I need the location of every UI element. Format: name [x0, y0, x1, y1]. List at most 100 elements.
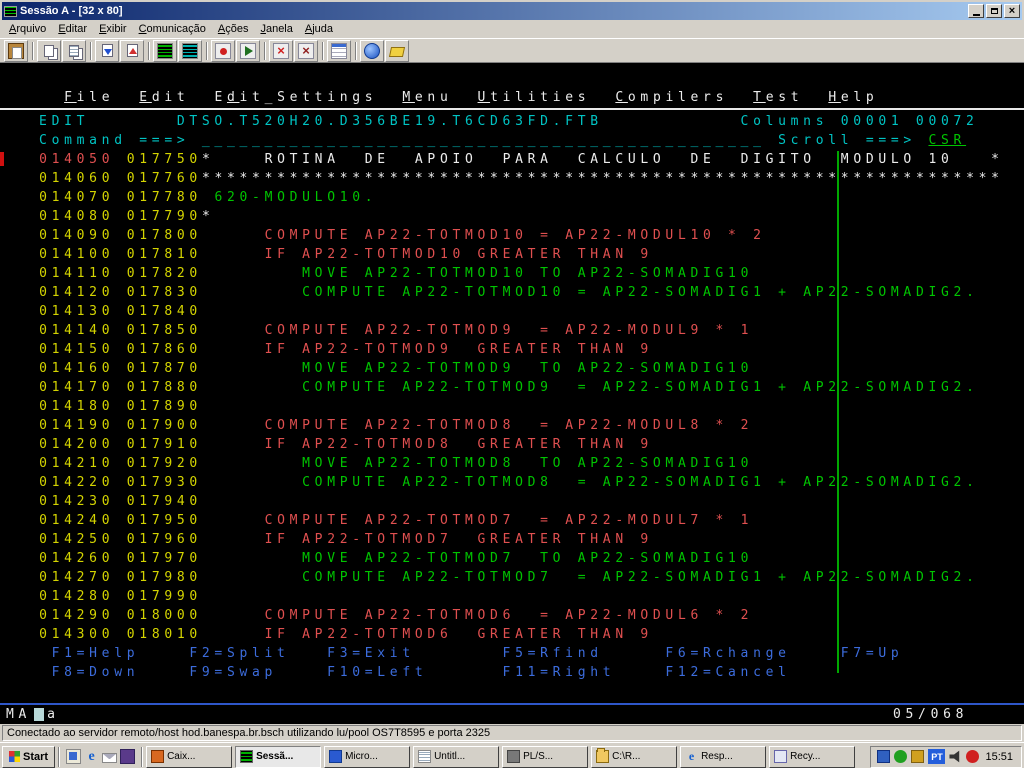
title-bar: Sessão A - [32 x 80] ×	[2, 2, 1022, 20]
paste-icon[interactable]	[4, 39, 28, 62]
terminal-segment: 017840	[126, 304, 202, 319]
stop-communication-icon-glyph	[273, 42, 289, 59]
terminal-segment	[114, 323, 127, 338]
terminal-line: Command ===> ___________________________…	[14, 131, 1024, 150]
terminal-segment	[114, 437, 127, 452]
terminal-separator-line	[0, 108, 1024, 110]
app-launcher-icon[interactable]	[120, 749, 136, 764]
play-macro-icon[interactable]	[236, 39, 260, 62]
menu-item-comunicao[interactable]: Comunicação	[133, 22, 212, 36]
send-file-icon[interactable]	[95, 39, 119, 62]
copy-icon[interactable]	[37, 39, 61, 62]
terminal-segment: C	[615, 90, 628, 105]
delete-icon-glyph	[298, 42, 314, 59]
minimize-button[interactable]	[968, 4, 984, 18]
terminal-segment	[14, 570, 39, 585]
terminal-segment	[14, 608, 39, 623]
taskbar-button-caix[interactable]: Caix...	[146, 745, 233, 768]
terminal-segment: 017850	[126, 323, 202, 338]
terminal-segment	[114, 418, 127, 433]
close-button[interactable]: ×	[1004, 4, 1020, 18]
terminal-segment: 017980	[126, 570, 202, 585]
delete-icon[interactable]	[294, 39, 318, 62]
email-icon[interactable]	[102, 751, 118, 763]
micro-task-icon	[329, 750, 343, 763]
terminal-segment: MOVE AP22-TOTMOD7 TO AP22-SOMADIG10	[201, 551, 754, 566]
tray-shield-icon[interactable]	[894, 750, 908, 763]
oia-status-row: MA a 05/068	[0, 703, 1024, 724]
show-desktop-icon[interactable]	[66, 749, 82, 764]
taskbar-button-recy[interactable]: Recy...	[769, 745, 856, 768]
terminal-segment: 014180	[39, 399, 115, 414]
copy-icon-glyph	[44, 44, 54, 57]
terminal-segment	[14, 71, 27, 86]
terminal-segment: T	[753, 90, 766, 105]
taskbar-separator	[58, 746, 61, 767]
copy-append-icon[interactable]	[62, 39, 86, 62]
terminal-segment	[14, 304, 39, 319]
terminal-screen[interactable]: File Edit Edit_Settings Menu Utilities C…	[0, 63, 1024, 703]
oia-block-icon	[34, 708, 45, 721]
terminal-segment: est	[765, 90, 829, 105]
menu-item-aes[interactable]: Ações	[212, 22, 255, 36]
display-setup-icon[interactable]	[153, 39, 177, 62]
taskbar-button-sess[interactable]: Sessã...	[235, 745, 322, 768]
terminal-segment: COMPUTE AP22-TOTMOD10 = AP22-SOMADIG1 + …	[201, 285, 979, 300]
receive-file-icon[interactable]	[120, 39, 144, 62]
menu-item-exibir[interactable]: Exibir	[93, 22, 133, 36]
menu-item-arquivo[interactable]: Arquivo	[3, 22, 52, 36]
restore-button[interactable]	[986, 4, 1002, 18]
browser-icon[interactable]	[360, 39, 384, 62]
color-setup-icon-glyph	[182, 42, 198, 59]
keypad-icon[interactable]	[327, 39, 351, 62]
task-button-label: Sessã...	[256, 751, 294, 762]
language-indicator[interactable]: PT	[928, 749, 946, 764]
terminal-segment	[114, 190, 127, 205]
tray-antivirus-icon[interactable]	[966, 750, 980, 763]
terminal-segment: 017760	[126, 171, 202, 186]
taskbar-button-resp[interactable]: Resp...	[680, 745, 767, 768]
terminal-segment	[14, 90, 64, 105]
volume-icon[interactable]	[949, 750, 960, 763]
record-macro-icon-glyph	[215, 42, 231, 59]
terminal-segment	[14, 589, 39, 604]
terminal-segment	[14, 418, 39, 433]
terminal-line: 014190 017900 COMPUTE AP22-TOTMOD8 = AP2…	[14, 416, 1024, 435]
ie-task-icon	[685, 750, 698, 763]
taskbar-button-micro[interactable]: Micro...	[324, 745, 411, 768]
terminal-segment	[114, 304, 127, 319]
menu-item-editar[interactable]: Editar	[52, 22, 93, 36]
help-tag-icon[interactable]	[385, 39, 409, 62]
internet-explorer-icon[interactable]	[84, 749, 99, 764]
terminal-segment: 017830	[126, 285, 202, 300]
taskbar-clock[interactable]: 15:51	[983, 751, 1015, 763]
cursor-position: 05/068	[893, 707, 969, 722]
start-button[interactable]: Start	[2, 745, 56, 768]
tray-display-icon[interactable]	[877, 750, 891, 763]
terminal-segment	[114, 456, 127, 471]
terminal-segment	[14, 380, 39, 395]
stop-communication-icon[interactable]	[269, 39, 293, 62]
terminal-line: 014290 018000 COMPUTE AP22-TOTMOD6 = AP2…	[14, 606, 1024, 625]
color-setup-icon[interactable]	[178, 39, 202, 62]
toolbar-separator	[206, 41, 208, 60]
task-button-label: Caix...	[167, 751, 196, 762]
menu-item-janela[interactable]: Janela	[254, 22, 298, 36]
terminal-segment	[114, 247, 127, 262]
taskbar-button-pls[interactable]: PL/S...	[502, 745, 589, 768]
help-tag-icon-glyph	[388, 47, 406, 57]
taskbar-button-cr[interactable]: C:\R...	[591, 745, 678, 768]
toolbar-separator	[322, 41, 324, 60]
terminal-segment: MOVE AP22-TOTMOD10 TO AP22-SOMADIG10	[201, 266, 754, 281]
menu-item-ajuda[interactable]: Ajuda	[299, 22, 339, 36]
terminal-app-icon	[4, 5, 17, 17]
terminal-segment: ________________________________________…	[201, 133, 766, 148]
tray-mail-icon[interactable]	[911, 750, 925, 763]
quick-launch	[63, 749, 138, 764]
terminal-line: 014110 017820 MOVE AP22-TOTMOD10 TO AP22…	[14, 264, 1024, 283]
taskbar-button-untitl[interactable]: Untitl...	[413, 745, 500, 768]
record-macro-icon[interactable]	[211, 39, 235, 62]
show-desktop-icon-glyph	[66, 749, 82, 764]
terminal-segment: MOVE AP22-TOTMOD8 TO AP22-SOMADIG10	[201, 456, 754, 471]
internet-explorer-icon-glyph	[84, 749, 99, 764]
